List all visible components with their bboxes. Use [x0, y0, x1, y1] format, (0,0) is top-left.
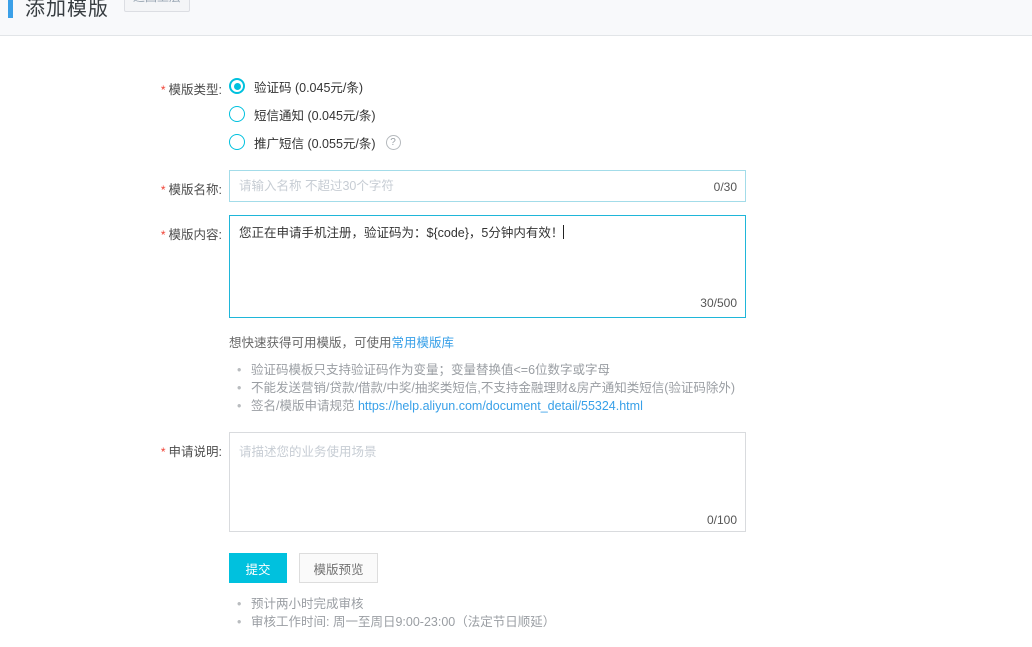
template-library-link[interactable]: 常用模版库: [392, 336, 455, 350]
application-note-label-text: 申请说明:: [169, 445, 222, 459]
review-notes-list: 预计两小时完成审核 审核工作时间: 周一至周日9:00-23:00（法定节日顺延…: [237, 595, 1032, 631]
template-content-label: *模版内容:: [0, 215, 222, 318]
help-icon[interactable]: ?: [386, 135, 401, 150]
template-name-counter: 0/30: [714, 180, 737, 194]
application-note-label: *申请说明:: [0, 432, 222, 535]
radio-unselected-icon[interactable]: [229, 134, 245, 150]
required-asterisk: *: [161, 83, 166, 97]
template-type-row: *模版类型: 验证码 (0.045元/条) 短信通知 (0.045元/条) 推广…: [0, 72, 1032, 156]
back-button[interactable]: 返回上层: [124, 0, 190, 12]
template-type-label: *模版类型:: [0, 72, 222, 156]
content-rule-item: 验证码模板只支持验证码作为变量；变量替换值<=6位数字或字母: [237, 361, 1032, 379]
template-name-label: *模版名称:: [0, 170, 222, 202]
template-library-hint: 想快速获得可用模版，可使用常用模版库: [229, 332, 1032, 351]
application-note-field: 0/100: [229, 432, 746, 535]
text-caret: [563, 225, 564, 239]
template-content-text: 您正在申请手机注册，验证码为：${code}，5分钟内有效！: [239, 226, 563, 240]
template-content-textarea[interactable]: 您正在申请手机注册，验证码为：${code}，5分钟内有效！: [229, 215, 746, 318]
template-content-row: *模版内容: 您正在申请手机注册，验证码为：${code}，5分钟内有效！ 30…: [0, 215, 1032, 318]
page-header: 添加模版 返回上层: [0, 0, 1032, 36]
radio-option-label: 推广短信 (0.055元/条): [254, 133, 376, 152]
template-content-counter: 30/500: [700, 296, 737, 310]
required-asterisk: *: [161, 228, 166, 242]
form-actions: 提交 模版预览: [229, 553, 1032, 583]
radio-option-label: 短信通知 (0.045元/条): [254, 105, 376, 124]
content-rule-item: 签名/模版申请规范 https://help.aliyun.com/docume…: [237, 397, 1032, 415]
application-note-row: *申请说明: 0/100: [0, 432, 1032, 535]
radio-option-verification-code[interactable]: 验证码 (0.045元/条): [229, 72, 746, 100]
template-name-input[interactable]: [229, 170, 746, 202]
template-preview-button[interactable]: 模版预览: [299, 553, 378, 583]
radio-option-sms-notification[interactable]: 短信通知 (0.045元/条): [229, 100, 746, 128]
template-name-row: *模版名称: 0/30: [0, 170, 1032, 202]
title-accent-bar: [8, 0, 13, 18]
template-content-label-text: 模版内容:: [169, 228, 222, 242]
application-note-textarea[interactable]: [229, 432, 746, 532]
template-form: *模版类型: 验证码 (0.045元/条) 短信通知 (0.045元/条) 推广…: [0, 36, 1032, 631]
required-asterisk: *: [161, 445, 166, 459]
submit-button[interactable]: 提交: [229, 553, 287, 583]
hint-text: 想快速获得可用模版，可使用: [229, 336, 392, 350]
content-rules-list: 验证码模板只支持验证码作为变量；变量替换值<=6位数字或字母 不能发送营销/贷款…: [237, 361, 1032, 415]
template-type-label-text: 模版类型:: [169, 83, 222, 97]
template-type-options: 验证码 (0.045元/条) 短信通知 (0.045元/条) 推广短信 (0.0…: [229, 72, 746, 156]
review-note-item: 预计两小时完成审核: [237, 595, 1032, 613]
template-name-field: 0/30: [229, 170, 746, 202]
template-name-label-text: 模版名称:: [169, 183, 222, 197]
rule-text: 签名/模版申请规范: [251, 399, 358, 413]
required-asterisk: *: [161, 183, 166, 197]
radio-option-promo-sms[interactable]: 推广短信 (0.055元/条) ?: [229, 128, 746, 156]
content-rule-item: 不能发送营销/贷款/借款/中奖/抽奖类短信,不支持金融理财&房产通知类短信(验证…: [237, 379, 1032, 397]
application-note-counter: 0/100: [707, 513, 737, 527]
radio-option-label: 验证码 (0.045元/条): [254, 77, 363, 96]
spec-document-link[interactable]: https://help.aliyun.com/document_detail/…: [358, 399, 643, 413]
radio-selected-icon[interactable]: [229, 78, 245, 94]
radio-unselected-icon[interactable]: [229, 106, 245, 122]
template-content-field: 您正在申请手机注册，验证码为：${code}，5分钟内有效！ 30/500: [229, 215, 746, 318]
page-title: 添加模版: [25, 0, 109, 21]
review-note-item: 审核工作时间: 周一至周日9:00-23:00（法定节日顺延）: [237, 613, 1032, 631]
